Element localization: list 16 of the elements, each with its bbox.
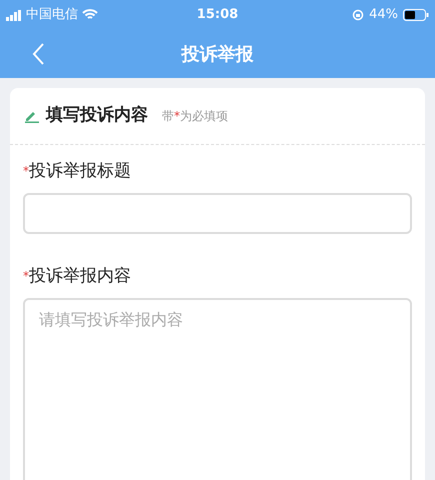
battery-icon <box>403 9 429 21</box>
signal-icon <box>6 10 22 20</box>
pencil-icon <box>24 109 40 123</box>
page-title: 投诉举报 <box>182 42 254 66</box>
back-icon <box>31 42 45 66</box>
input-field[interactable]: 请填写投诉举报内容 <box>23 298 412 480</box>
clock-time: 15:08 <box>196 6 240 24</box>
battery-percent: 44% <box>369 6 398 24</box>
field-label: *投诉举报内容 <box>23 265 132 288</box>
required-hint: 带*为必填项 <box>162 108 228 125</box>
carrier-name: 中国电信 <box>26 6 78 24</box>
field-label: *投诉举报标题 <box>23 160 132 183</box>
rotation-lock-icon <box>352 9 364 21</box>
wifi-icon <box>82 9 98 21</box>
input-field[interactable] <box>23 193 412 234</box>
section-title: 填写投诉内容 <box>46 104 148 128</box>
